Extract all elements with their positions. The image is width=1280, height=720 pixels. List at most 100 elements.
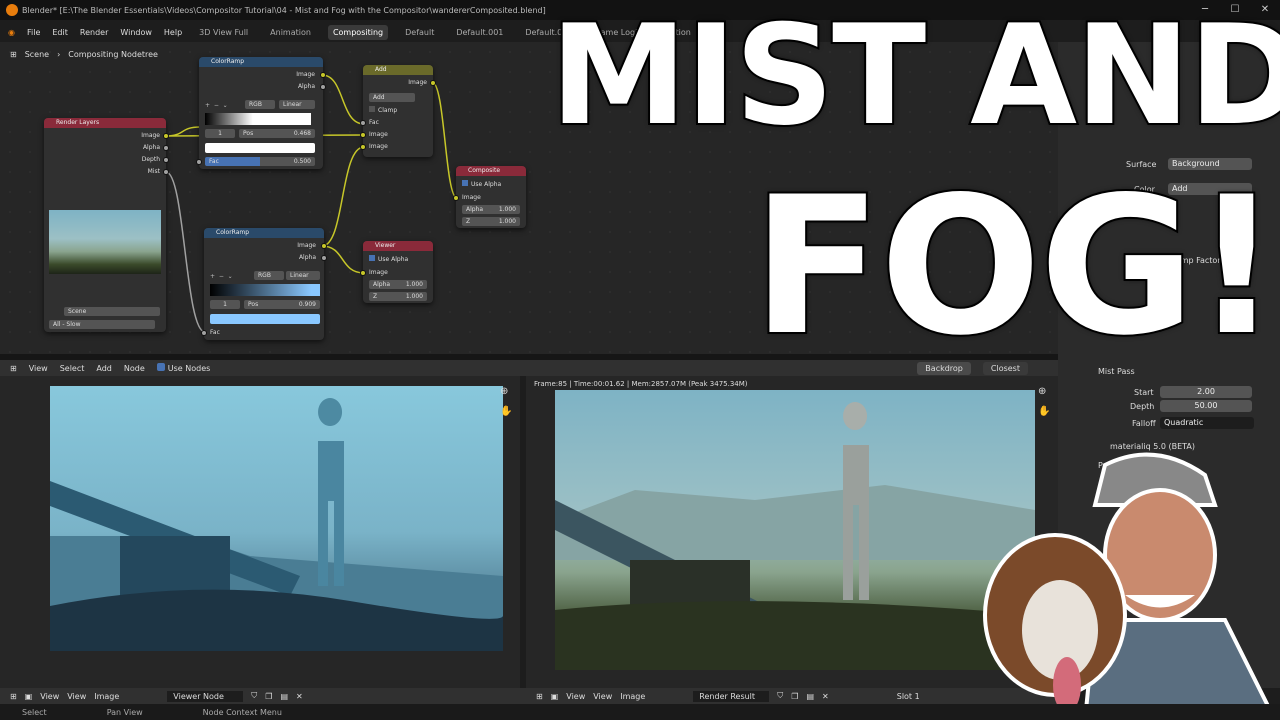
mode-icon[interactable]: ▣ [551, 692, 559, 701]
node-title: Render Layers [44, 118, 166, 128]
menu-view-2[interactable]: View [67, 692, 86, 701]
input-socket[interactable] [453, 195, 459, 201]
input-socket[interactable] [360, 144, 366, 150]
close-icon[interactable]: ✕ [822, 692, 829, 701]
falloff-dropdown[interactable]: Quadratic [1160, 417, 1254, 429]
mode-icon[interactable]: ▣ [25, 692, 33, 701]
tab-animation[interactable]: Animation [265, 25, 316, 40]
menu-edit[interactable]: Edit [52, 28, 68, 37]
slot-dropdown[interactable]: Slot 1 [897, 692, 920, 701]
output-socket[interactable] [163, 133, 169, 139]
depth-field[interactable]: 50.00 [1160, 400, 1252, 412]
tab-compositing[interactable]: Compositing [327, 24, 389, 40]
menu-select[interactable]: Select [60, 364, 85, 373]
color-swatch[interactable] [210, 314, 320, 324]
menu-add[interactable]: Add [96, 364, 112, 373]
stop-index[interactable]: 1 [205, 129, 235, 138]
blender-menu-icon[interactable]: ◉ [8, 28, 15, 37]
mode-dropdown[interactable]: RGB [245, 100, 275, 109]
output-socket[interactable] [163, 169, 169, 175]
stop-index[interactable]: 1 [210, 300, 240, 309]
pan-hand-icon[interactable]: ✋ [500, 406, 512, 417]
input-socket[interactable] [360, 270, 366, 276]
output-socket[interactable] [320, 72, 326, 78]
use-alpha-checkbox[interactable]: Use Alpha [369, 255, 408, 263]
interp-dropdown[interactable]: Linear [279, 100, 315, 109]
clamp-checkbox[interactable]: Clamp [369, 106, 397, 114]
mode-dropdown[interactable]: RGB [254, 271, 284, 280]
input-socket[interactable] [196, 159, 202, 165]
pos-field[interactable]: Pos 0.468 [239, 129, 315, 138]
use-alpha-checkbox[interactable]: Use Alpha [462, 180, 501, 188]
editor-type-icon[interactable]: ⊞ [10, 692, 17, 701]
output-socket[interactable] [321, 243, 327, 249]
duplicate-icon[interactable]: ❐ [791, 692, 798, 701]
tab-default[interactable]: Default [400, 25, 439, 40]
menu-image[interactable]: Image [620, 692, 645, 701]
menu-view-1[interactable]: View [566, 692, 585, 701]
scene-field[interactable]: Scene [64, 307, 160, 316]
alpha-field[interactable]: Alpha 1.000 [462, 205, 520, 214]
colorramp-node-2[interactable]: ColorRamp Image Alpha + − ⌄ RGB Linear 1… [201, 228, 327, 340]
output-socket[interactable] [430, 80, 436, 86]
zoom-icon[interactable]: ⊕ [500, 386, 508, 397]
z-field[interactable]: Z 1.000 [462, 217, 520, 226]
menu-render[interactable]: Render [80, 28, 108, 37]
input-socket[interactable] [360, 132, 366, 138]
menu-file[interactable]: File [27, 28, 40, 37]
pan-hand-icon[interactable]: ✋ [1038, 406, 1050, 417]
output-socket[interactable] [320, 84, 326, 90]
menu-view[interactable]: View [29, 364, 48, 373]
duplicate-icon[interactable]: ❐ [265, 692, 272, 701]
interp-dropdown[interactable]: Linear [286, 271, 320, 280]
color-ramp-gradient[interactable] [205, 113, 311, 125]
input-socket[interactable] [360, 120, 366, 126]
close-icon[interactable]: ✕ [296, 692, 303, 701]
output-socket[interactable] [163, 145, 169, 151]
pos-field[interactable]: Pos 0.909 [244, 300, 320, 309]
menu-node[interactable]: Node [124, 364, 145, 373]
output-socket[interactable] [321, 255, 327, 261]
input-socket[interactable] [201, 330, 207, 336]
image-name-field[interactable]: Viewer Node [167, 690, 244, 702]
link-colorramp1-add [321, 74, 365, 125]
composited-render-image [555, 390, 1035, 670]
shield-icon[interactable]: ⛉ [251, 691, 257, 701]
add-node[interactable]: Add Image Add Clamp Fac Image Image [360, 65, 436, 157]
image-name-field[interactable]: Render Result [693, 690, 770, 702]
fac-value: 0.500 [293, 158, 311, 165]
zoom-icon[interactable]: ⊕ [1038, 386, 1046, 397]
render-layers-node[interactable]: Render Layers Image Alpha Depth Mist Sce… [44, 118, 169, 332]
color-ramp-gradient[interactable] [210, 284, 320, 296]
viewer-node[interactable]: Viewer Use Alpha Image Alpha 1.000 Z 1.000 [360, 241, 433, 303]
folder-icon[interactable]: ▤ [280, 692, 288, 701]
output-socket[interactable] [163, 157, 169, 163]
colorramp-node-1[interactable]: ColorRamp Image Alpha + − ⌄ RGB Linear 1… [196, 57, 326, 169]
menu-view-1[interactable]: View [40, 692, 59, 701]
image-input-label: Image [369, 143, 388, 150]
editor-type-icon[interactable]: ⊞ [10, 364, 17, 373]
link-colorramp2-viewer [321, 245, 365, 274]
menu-help[interactable]: Help [164, 28, 182, 37]
tab-3d-view-full[interactable]: 3D View Full [194, 25, 253, 40]
menu-window[interactable]: Window [120, 28, 152, 37]
tab-default-001[interactable]: Default.001 [451, 25, 508, 40]
composite-node[interactable]: Composite Use Alpha Image Alpha 1.000 Z 1.… [453, 166, 526, 228]
editor-type-icon[interactable]: ⊞ [536, 692, 543, 701]
image-input-label: Image [369, 269, 388, 276]
layer-field[interactable]: All - Slow [49, 320, 155, 329]
output-image-label: Image [297, 242, 316, 249]
menu-view-2[interactable]: View [593, 692, 612, 701]
fac-field[interactable]: Fac 0.500 [205, 157, 315, 166]
menu-image[interactable]: Image [94, 692, 119, 701]
z-field[interactable]: Z 1.000 [369, 292, 427, 301]
shield-icon[interactable]: ⛉ [777, 691, 783, 701]
alpha-field[interactable]: Alpha 1.000 [369, 280, 427, 289]
use-nodes-checkbox[interactable]: Use Nodes [156, 363, 210, 373]
color-swatch[interactable] [205, 143, 315, 153]
blend-dropdown[interactable]: Add [369, 93, 415, 102]
ramp-tools[interactable]: + − ⌄ [210, 273, 233, 280]
ramp-tools[interactable]: + − ⌄ [205, 102, 228, 109]
folder-icon[interactable]: ▤ [806, 692, 814, 701]
start-field[interactable]: 2.00 [1160, 386, 1252, 398]
